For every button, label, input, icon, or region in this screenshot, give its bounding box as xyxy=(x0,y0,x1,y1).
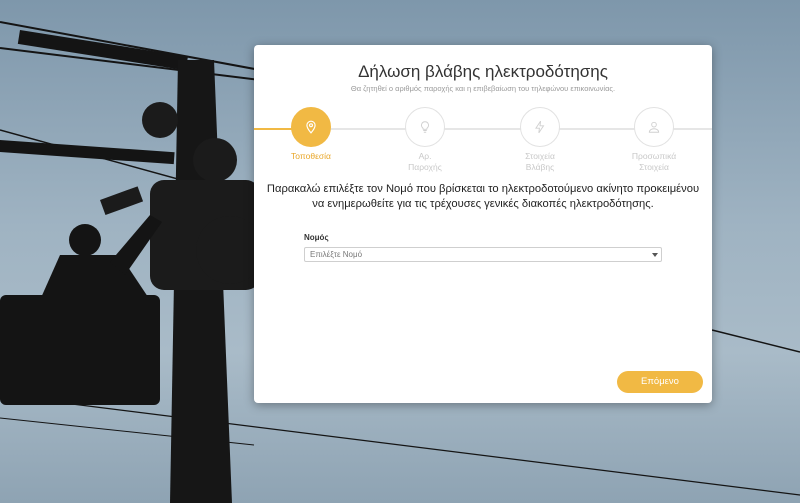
step-label: Στοιχεία Βλάβης xyxy=(525,151,555,172)
form-subtitle: Θα ζητηθεί ο αριθμός παροχής και η επιβε… xyxy=(350,84,616,93)
prefecture-placeholder: Επιλέξτε Νομό xyxy=(310,250,363,259)
step-label: Τοποθεσία xyxy=(291,151,331,161)
prefecture-select[interactable]: Επιλέξτε Νομό xyxy=(304,247,662,262)
step-label: Προσωπικά Στοιχεία xyxy=(631,151,677,172)
step-location[interactable]: Τοποθεσία xyxy=(271,107,351,162)
prefecture-label: Νομός xyxy=(304,233,329,242)
step-fault-details[interactable]: Στοιχεία Βλάβης xyxy=(500,107,580,173)
instruction-text: Παρακαλώ επιλέξτε τον Νομό που βρίσκεται… xyxy=(266,183,700,210)
chevron-down-icon xyxy=(652,253,658,257)
lightbulb-icon xyxy=(405,107,445,147)
lightning-bolt-icon xyxy=(520,107,560,147)
step-supply-number[interactable]: Αρ. Παροχής xyxy=(385,107,465,173)
form-title: Δήλωση βλάβης ηλεκτροδότησης xyxy=(358,62,608,81)
step-personal-details[interactable]: Προσωπικά Στοιχεία xyxy=(614,107,694,173)
fault-report-card: Δήλωση βλάβης ηλεκτροδότησης Θα ζητηθεί … xyxy=(254,45,712,403)
next-button[interactable]: Επόμενο xyxy=(617,371,703,393)
user-icon xyxy=(634,107,674,147)
step-label: Αρ. Παροχής xyxy=(408,151,442,172)
location-pin-icon xyxy=(291,107,331,147)
